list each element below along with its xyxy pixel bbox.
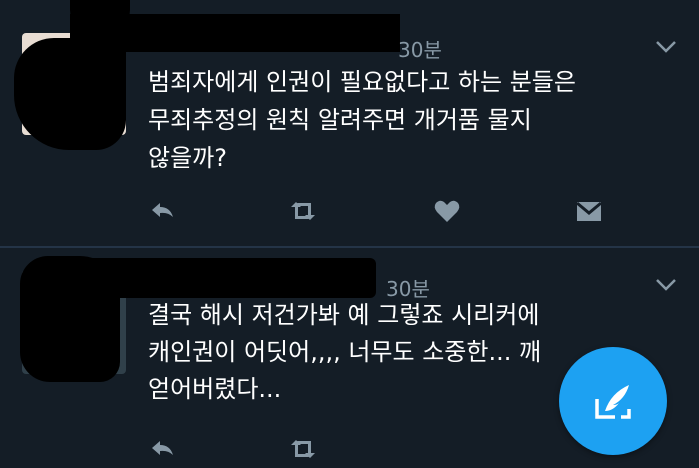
tweet-text: 범죄자에게 인권이 필요없다고 하는 분들은 무죄추정의 원칙 알려주면 개거품… (148, 63, 668, 177)
like-button[interactable] (432, 196, 462, 226)
heart-icon (434, 200, 460, 222)
retweet-icon (291, 202, 315, 220)
reply-icon (152, 203, 173, 217)
retweet-icon (291, 440, 315, 458)
tweet-actions (148, 196, 608, 226)
reply-button[interactable] (148, 434, 178, 464)
chevron-down-icon[interactable] (655, 278, 677, 292)
tweet-card[interactable]: 30분 범죄자에게 인권이 필요없다고 하는 분들은 무죄추정의 원칙 알려주면… (0, 0, 699, 246)
reply-button[interactable] (148, 196, 178, 226)
tweet-text-line: 무죄추정의 원칙 알려주면 개거품 물지 (148, 106, 532, 134)
redacted-avatar (14, 38, 126, 150)
compose-tweet-icon (595, 385, 631, 419)
tweet-actions (148, 434, 608, 464)
tweet-timestamp: 30분 (398, 38, 442, 62)
retweet-button[interactable] (288, 196, 318, 226)
tweet-text-line: 범죄자에게 인권이 필요없다고 하는 분들은 (148, 68, 576, 96)
dm-button[interactable] (574, 196, 604, 226)
retweet-button[interactable] (288, 434, 318, 464)
redacted-name (90, 258, 376, 298)
redacted-mark (70, 0, 130, 30)
compose-tweet-button[interactable] (559, 347, 667, 455)
tweet-text-line: 결국 해시 저건가봐 예 그렇죠 시리커에 (148, 301, 540, 329)
reply-icon (152, 441, 173, 455)
tweet-text-line: 않을까? (148, 144, 227, 172)
chevron-down-icon[interactable] (655, 40, 677, 54)
envelope-icon (576, 201, 602, 221)
